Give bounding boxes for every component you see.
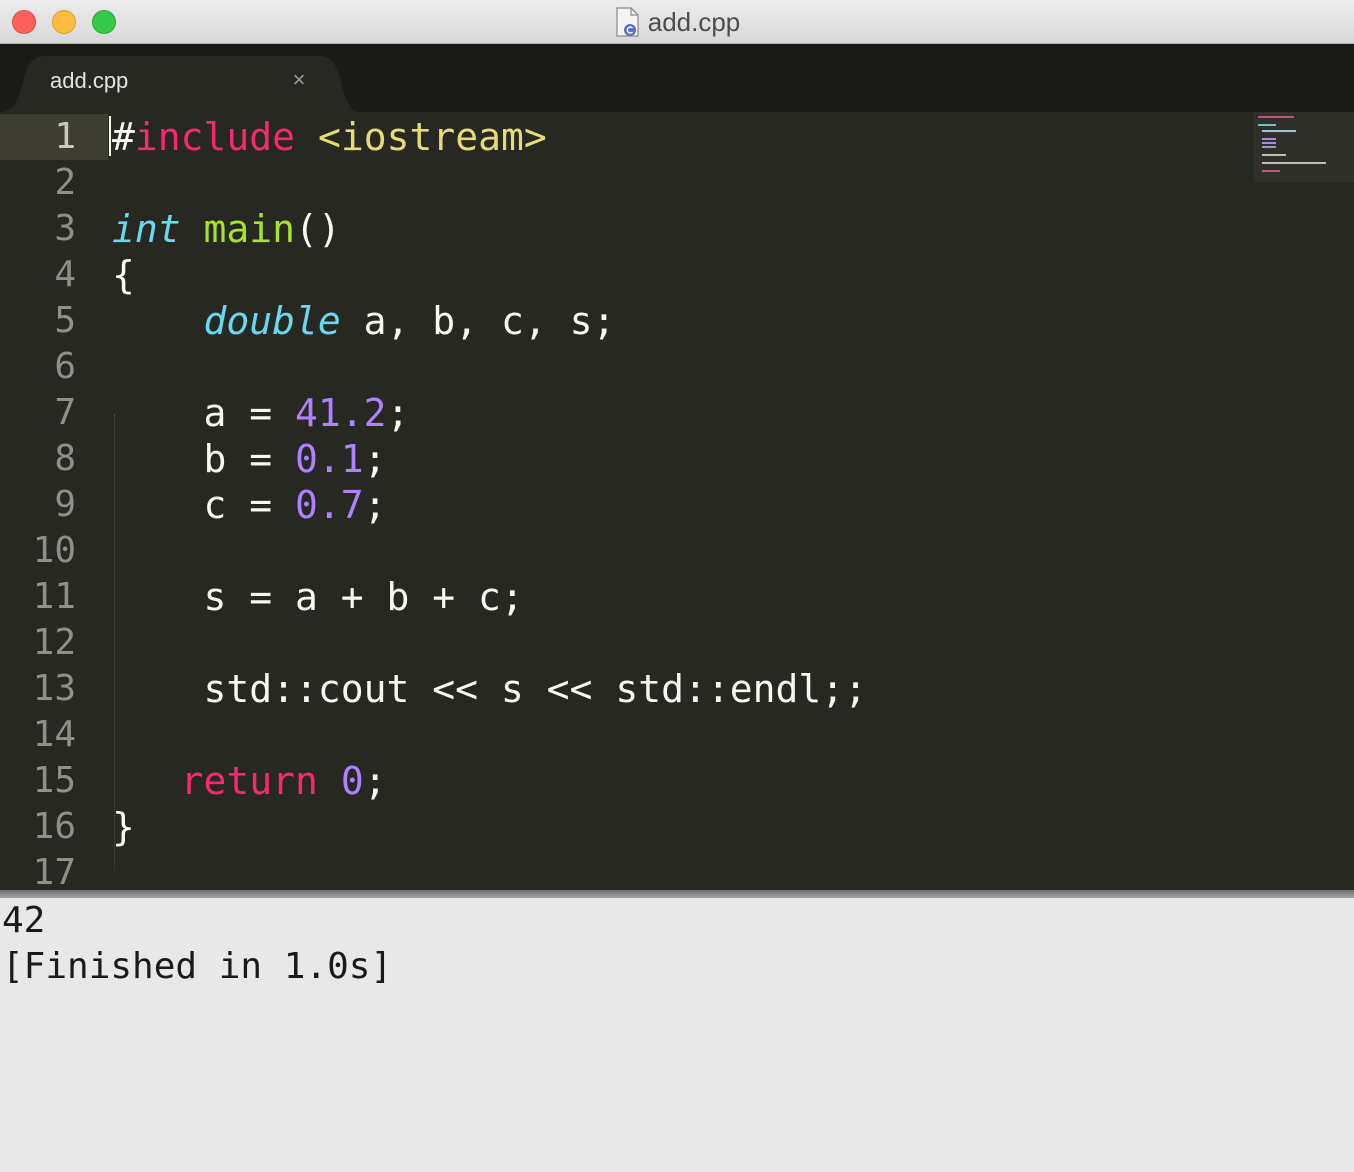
number-literal: 41.2 <box>295 391 387 435</box>
line-number: 12 <box>32 622 76 663</box>
text-cursor <box>109 116 111 156</box>
code-line-15[interactable]: return 0; <box>112 758 387 804</box>
code-line-7[interactable]: a = 41.2; <box>112 390 410 436</box>
window-title-group: add.cpp <box>0 6 1354 38</box>
return-keyword: return <box>180 759 318 803</box>
minimap-line <box>1258 116 1294 118</box>
tab-bar: add.cpp × <box>0 44 1354 112</box>
line-number: 17 <box>32 852 76 890</box>
minimap-line <box>1262 170 1280 172</box>
type-keyword: int <box>112 207 181 251</box>
minimap-line <box>1262 142 1276 144</box>
line-number: 1 <box>0 114 108 160</box>
minimap[interactable] <box>1254 112 1354 182</box>
code-text: () <box>295 207 341 251</box>
minimap-line <box>1262 138 1276 140</box>
tab-add-cpp[interactable]: add.cpp × <box>0 56 360 112</box>
line-number-gutter: 1 2 3 4 5 6 7 8 9 10 11 12 13 14 15 16 1… <box>0 112 108 890</box>
panel-resize-handle[interactable] <box>0 890 1354 898</box>
type-keyword: double <box>203 299 341 343</box>
output-line: 42 <box>2 900 46 941</box>
line-number: 9 <box>54 484 76 525</box>
code-text: ; <box>363 483 387 527</box>
line-number: 13 <box>32 668 76 709</box>
minimap-line <box>1262 130 1296 132</box>
code-line-5[interactable]: double a, b, c, s; <box>112 298 616 344</box>
line-number: 6 <box>54 346 76 387</box>
code-text: c = <box>203 483 296 527</box>
code-text: ; <box>363 759 387 803</box>
code-line-16[interactable]: } <box>112 804 135 850</box>
function-name: main <box>203 207 296 251</box>
line-number: 14 <box>32 714 76 755</box>
minimap-line <box>1262 154 1286 156</box>
code-line-13[interactable]: std::cout << s << std::endl;; <box>112 666 867 712</box>
code-text: ; <box>363 437 387 481</box>
code-line-3[interactable]: int main() <box>112 206 341 252</box>
tab-close-icon[interactable]: × <box>288 66 310 94</box>
line-number: 11 <box>32 576 76 617</box>
minimap-line <box>1262 146 1276 148</box>
code-text: ; <box>386 391 410 435</box>
line-number: 7 <box>54 392 76 433</box>
code-line-1[interactable]: #include <iostream> <box>112 114 547 160</box>
number-literal: 0 <box>340 759 364 803</box>
code-line-9[interactable]: c = 0.7; <box>112 482 387 528</box>
cpp-file-icon <box>616 7 639 37</box>
minimap-line <box>1258 124 1276 126</box>
tab-label: add.cpp <box>50 68 129 93</box>
code-text: b = <box>203 437 296 481</box>
line-number: 10 <box>32 530 76 571</box>
include-header: <iostream> <box>317 115 547 159</box>
line-number: 4 <box>54 254 76 295</box>
code-text: a = <box>203 391 296 435</box>
code-line-8[interactable]: b = 0.1; <box>112 436 387 482</box>
line-number: 8 <box>54 438 76 479</box>
window-title: add.cpp <box>647 6 741 37</box>
minimap-line <box>1262 162 1326 164</box>
number-literal: 0.1 <box>295 437 364 481</box>
code-area[interactable]: #include <iostream> int main() { double … <box>112 112 1242 890</box>
line-number: 2 <box>54 162 76 203</box>
line-number: 3 <box>54 208 76 249</box>
build-output-panel[interactable]: 42 [Finished in 1.0s] <box>0 898 1354 1172</box>
line-number: 16 <box>32 806 76 847</box>
preprocessor-hash: # <box>112 115 135 159</box>
output-line: [Finished in 1.0s] <box>2 946 393 987</box>
line-number: 15 <box>32 760 76 801</box>
title-bar: add.cpp <box>0 0 1354 44</box>
code-line-11[interactable]: s = a + b + c; <box>112 574 524 620</box>
code-editor[interactable]: 1 2 3 4 5 6 7 8 9 10 11 12 13 14 15 16 1… <box>0 112 1354 890</box>
code-text: a, b, c, s; <box>340 299 616 343</box>
line-number: 5 <box>54 300 76 341</box>
number-literal: 0.7 <box>295 483 364 527</box>
code-line-4[interactable]: { <box>112 252 135 298</box>
include-directive: include <box>134 115 296 159</box>
